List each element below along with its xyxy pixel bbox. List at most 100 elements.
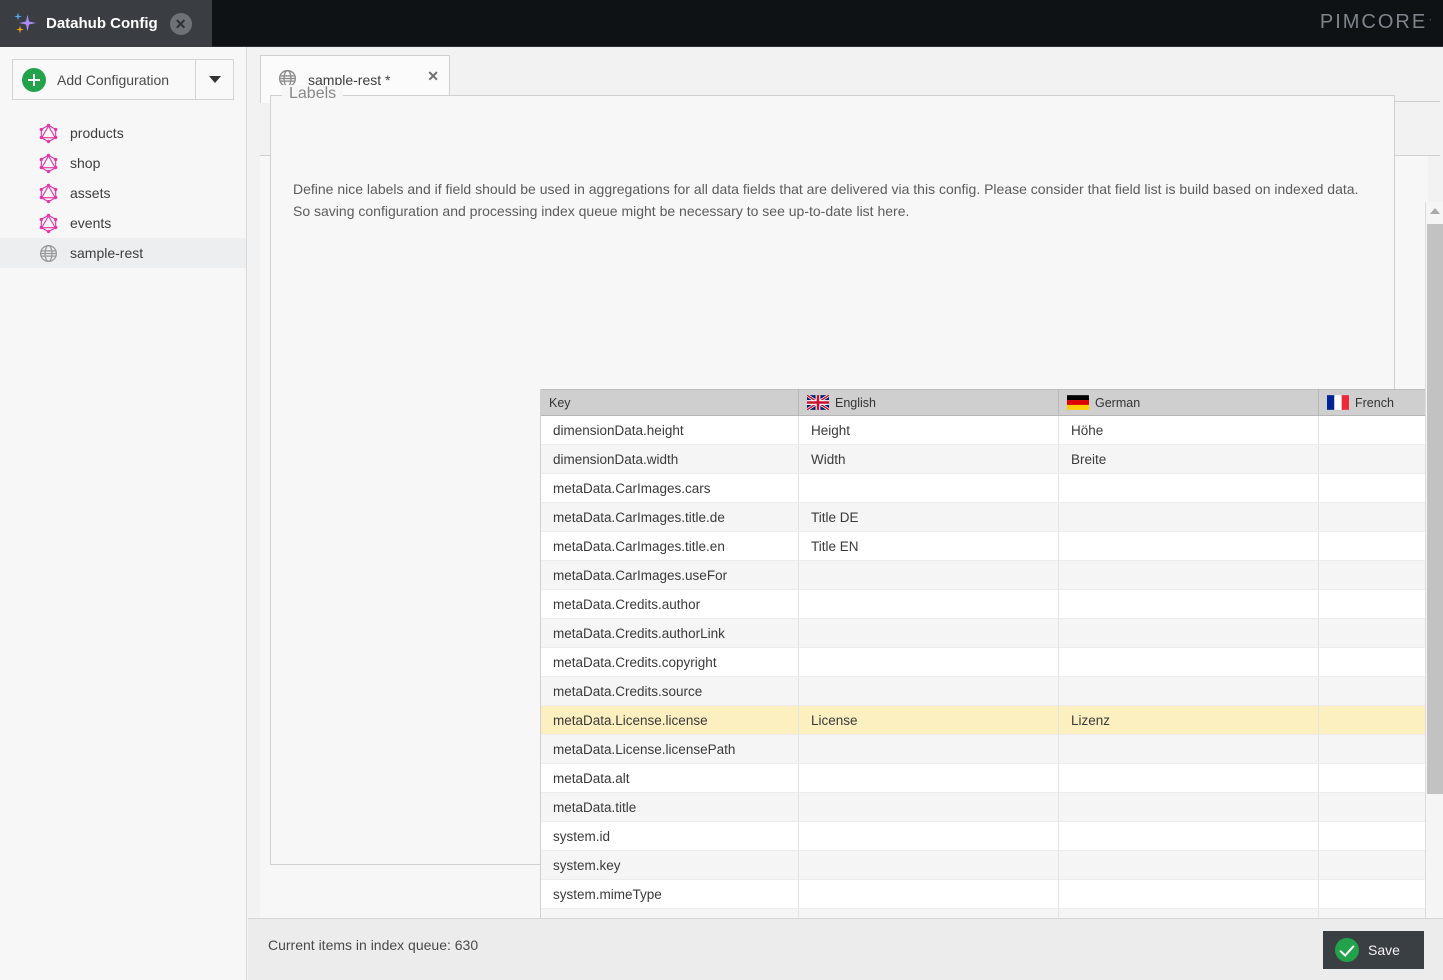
cell-de[interactable]: [1059, 735, 1319, 764]
cell-key[interactable]: metaData.Credits.author: [541, 590, 799, 619]
labels-grid: KeyEnglishGermanFrenchUse in A dimension…: [540, 389, 1443, 964]
cell-de[interactable]: [1059, 822, 1319, 851]
cell-key[interactable]: metaData.CarImages.cars: [541, 474, 799, 503]
table-row[interactable]: metaData.Credits.authorLink: [541, 619, 1443, 648]
graphql-icon: [38, 213, 59, 234]
column-header-en[interactable]: English: [799, 390, 1059, 415]
sidebar: Add Configuration products shop assets even…: [0, 47, 247, 980]
cell-de[interactable]: Höhe: [1059, 416, 1319, 445]
sidebar-item-label: events: [70, 215, 112, 231]
cell-key[interactable]: metaData.alt: [541, 764, 799, 793]
column-header-key[interactable]: Key: [541, 390, 799, 415]
column-header-label: German: [1095, 395, 1141, 410]
vertical-scrollbar[interactable]: [1425, 202, 1443, 960]
add-configuration-dropdown[interactable]: [195, 60, 233, 99]
cell-key[interactable]: system.id: [541, 822, 799, 851]
cell-de[interactable]: [1059, 880, 1319, 909]
scrollbar-thumb[interactable]: [1427, 224, 1443, 794]
main-area: sample-rest * ✕ GeneralSchema Definition…: [248, 47, 1443, 980]
cell-key[interactable]: metaData.CarImages.useFor: [541, 561, 799, 590]
table-row[interactable]: metaData.alt: [541, 764, 1443, 793]
table-row[interactable]: metaData.Credits.copyright: [541, 648, 1443, 677]
cell-en[interactable]: [799, 851, 1059, 880]
sidebar-item-sample-rest[interactable]: sample-rest: [0, 238, 246, 268]
add-configuration-button[interactable]: Add Configuration: [12, 59, 234, 100]
labels-fieldset-legend: Labels: [282, 85, 344, 103]
cell-en[interactable]: Height: [799, 416, 1059, 445]
table-row[interactable]: metaData.CarImages.useFor: [541, 561, 1443, 590]
cell-key[interactable]: metaData.License.license: [541, 706, 799, 735]
table-row[interactable]: metaData.License.license License Lizenz: [541, 706, 1443, 735]
cell-en[interactable]: [799, 735, 1059, 764]
cell-key[interactable]: metaData.Credits.authorLink: [541, 619, 799, 648]
cell-de[interactable]: [1059, 851, 1319, 880]
table-row[interactable]: system.key: [541, 851, 1443, 880]
app-tab-datahub-config[interactable]: Datahub Config ✕: [0, 0, 212, 47]
cell-de[interactable]: [1059, 648, 1319, 677]
cell-en[interactable]: [799, 677, 1059, 706]
cell-de[interactable]: [1059, 764, 1319, 793]
cell-en[interactable]: [799, 793, 1059, 822]
chevron-down-icon: [208, 76, 221, 83]
cell-en[interactable]: [799, 822, 1059, 851]
table-row[interactable]: system.id: [541, 822, 1443, 851]
pimcore-logo: PIMCORE’: [1320, 11, 1431, 34]
table-row[interactable]: dimensionData.width Width Breite: [541, 445, 1443, 474]
column-header-de[interactable]: German: [1059, 390, 1319, 415]
cell-de[interactable]: [1059, 619, 1319, 648]
table-row[interactable]: metaData.Credits.author: [541, 590, 1443, 619]
cell-key[interactable]: metaData.License.licensePath: [541, 735, 799, 764]
cell-de[interactable]: [1059, 503, 1319, 532]
table-row[interactable]: metaData.License.licensePath: [541, 735, 1443, 764]
cell-key[interactable]: system.mimeType: [541, 880, 799, 909]
cell-key[interactable]: dimensionData.height: [541, 416, 799, 445]
cell-en[interactable]: [799, 648, 1059, 677]
cell-key[interactable]: metaData.CarImages.title.en: [541, 532, 799, 561]
cell-de[interactable]: [1059, 532, 1319, 561]
sidebar-item-shop[interactable]: shop: [0, 148, 246, 178]
scroll-up-button[interactable]: [1426, 202, 1443, 220]
cell-de[interactable]: [1059, 677, 1319, 706]
cell-en[interactable]: License: [799, 706, 1059, 735]
sidebar-item-products[interactable]: products: [0, 118, 246, 148]
cell-key[interactable]: metaData.title: [541, 793, 799, 822]
cell-de[interactable]: [1059, 561, 1319, 590]
cell-de[interactable]: [1059, 474, 1319, 503]
sidebar-item-events[interactable]: events: [0, 208, 246, 238]
cell-key[interactable]: metaData.CarImages.title.de: [541, 503, 799, 532]
cell-de[interactable]: [1059, 590, 1319, 619]
cell-de[interactable]: [1059, 793, 1319, 822]
cell-en[interactable]: [799, 764, 1059, 793]
configuration-tree: products shop assets events sample-rest: [0, 118, 246, 268]
cell-en[interactable]: [799, 590, 1059, 619]
cell-en[interactable]: Width: [799, 445, 1059, 474]
cell-en[interactable]: Title EN: [799, 532, 1059, 561]
cell-de[interactable]: Breite: [1059, 445, 1319, 474]
plus-circle-icon: [22, 67, 46, 92]
cell-de[interactable]: Lizenz: [1059, 706, 1319, 735]
cell-key[interactable]: dimensionData.width: [541, 445, 799, 474]
close-circle-icon[interactable]: ✕: [169, 12, 192, 35]
cell-en[interactable]: [799, 880, 1059, 909]
cell-en[interactable]: [799, 474, 1059, 503]
table-row[interactable]: metaData.Credits.source: [541, 677, 1443, 706]
app-tab-label: Datahub Config: [46, 15, 158, 32]
cell-key[interactable]: system.key: [541, 851, 799, 880]
table-row[interactable]: system.mimeType: [541, 880, 1443, 909]
table-row[interactable]: metaData.CarImages.cars: [541, 474, 1443, 503]
cell-en[interactable]: [799, 561, 1059, 590]
cell-en[interactable]: Title DE: [799, 503, 1059, 532]
table-row[interactable]: metaData.title: [541, 793, 1443, 822]
save-button[interactable]: Save: [1323, 931, 1424, 969]
pimcore-logo-text: PIMCORE: [1319, 11, 1428, 33]
table-row[interactable]: metaData.CarImages.title.de Title DE: [541, 503, 1443, 532]
graphql-icon: [38, 123, 59, 144]
cell-en[interactable]: [799, 619, 1059, 648]
sidebar-item-assets[interactable]: assets: [0, 178, 246, 208]
table-row[interactable]: metaData.CarImages.title.en Title EN: [541, 532, 1443, 561]
cell-key[interactable]: metaData.Credits.copyright: [541, 648, 799, 677]
cell-key[interactable]: metaData.Credits.source: [541, 677, 799, 706]
table-row[interactable]: dimensionData.height Height Höhe: [541, 416, 1443, 445]
close-icon[interactable]: ✕: [427, 68, 439, 85]
add-configuration-main[interactable]: Add Configuration: [13, 60, 195, 99]
